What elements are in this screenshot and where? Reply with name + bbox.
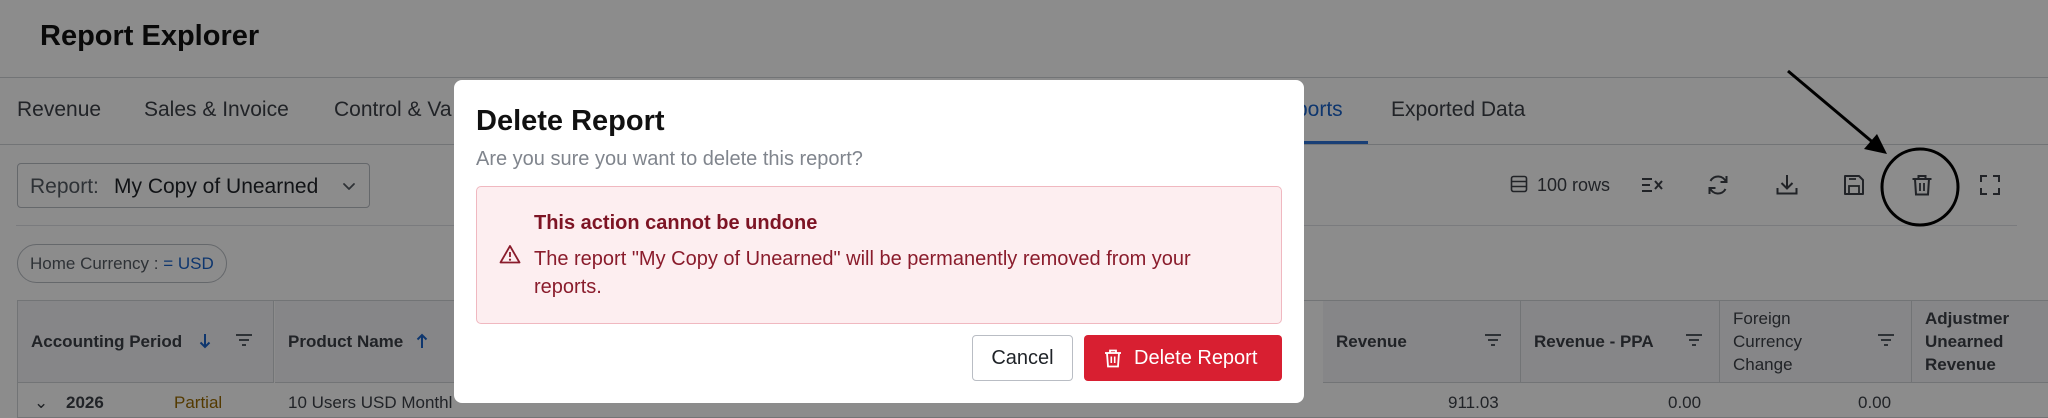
dialog-subtitle: Are you sure you want to delete this rep…	[476, 148, 863, 170]
delete-report-label: Delete Report	[1134, 347, 1258, 369]
warning-title: This action cannot be undone	[534, 212, 818, 234]
warning-alert: This action cannot be undone The report …	[476, 186, 1282, 324]
delete-report-dialog: Delete Report Are you sure you want to d…	[454, 80, 1304, 403]
delete-report-button[interactable]: Delete Report	[1084, 335, 1282, 381]
cancel-button[interactable]: Cancel	[972, 335, 1073, 381]
trash-icon	[1105, 349, 1121, 368]
dialog-title: Delete Report	[476, 105, 665, 137]
warning-message: The report "My Copy of Unearned" will be…	[534, 248, 1191, 298]
warning-icon	[499, 245, 521, 264]
